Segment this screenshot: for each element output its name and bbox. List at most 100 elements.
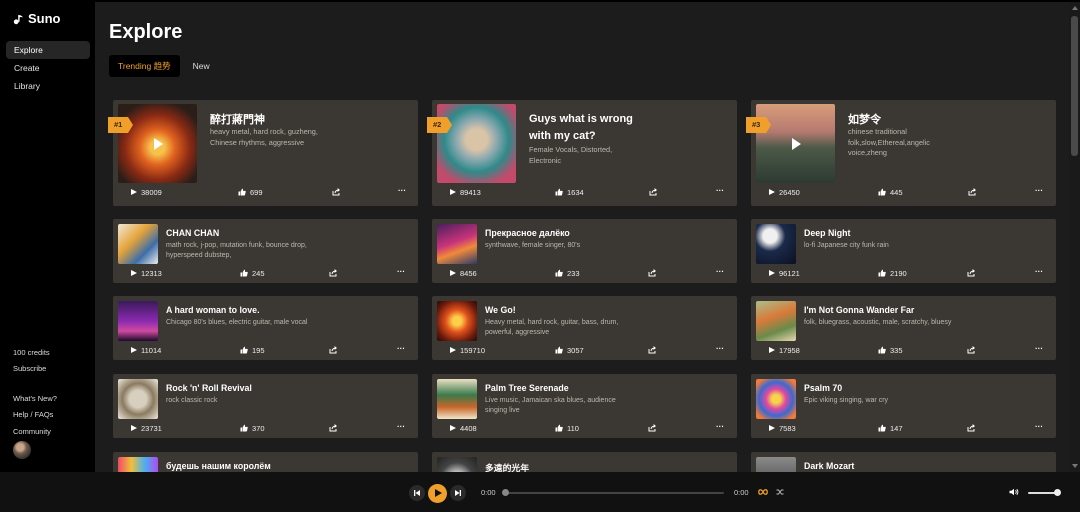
song-title[interactable]: Dark Mozart	[804, 461, 854, 471]
song-title[interactable]: A hard woman to love.	[166, 305, 260, 315]
song-title[interactable]: We Go!	[485, 305, 516, 315]
song-title[interactable]: Deep Night	[804, 228, 850, 238]
nav-create[interactable]: Create	[6, 59, 90, 77]
cover-art[interactable]	[756, 457, 796, 472]
more-icon[interactable]: ···	[716, 422, 724, 431]
cover-art[interactable]	[437, 379, 477, 419]
cover-art[interactable]	[437, 301, 477, 341]
scrollbar-thumb[interactable]	[1071, 16, 1078, 156]
cover-art[interactable]	[118, 104, 197, 183]
suno-logo[interactable]: Suno	[13, 11, 61, 26]
whats-new-link[interactable]: What's New?	[13, 394, 57, 403]
share-icon[interactable]	[649, 188, 657, 196]
scroll-down-icon[interactable]	[1072, 464, 1078, 468]
like-button[interactable]: 147	[878, 424, 903, 433]
avatar[interactable]	[13, 441, 31, 459]
play-count[interactable]: 26450	[769, 188, 800, 197]
song-title[interactable]: Прекрасное далёко	[485, 228, 570, 238]
cover-art[interactable]	[118, 457, 158, 472]
more-icon[interactable]: ···	[1035, 344, 1043, 353]
song-card[interactable]: I'm Not Gonna Wander Far folk, bluegrass,…	[751, 296, 1056, 360]
tab-trending[interactable]: Trending 趋势	[109, 55, 180, 77]
like-button[interactable]: 2190	[878, 269, 907, 278]
like-button[interactable]: 245	[240, 269, 265, 278]
shuffle-icon[interactable]	[776, 488, 784, 496]
song-card[interactable]: Palm Tree Serenade Live music, Jamaican s…	[432, 374, 737, 438]
nav-explore[interactable]: Explore	[6, 41, 90, 59]
like-button[interactable]: 110	[555, 424, 579, 433]
play-count[interactable]: 8456	[450, 269, 477, 278]
song-title[interactable]: 多遠的光年	[485, 461, 529, 472]
play-count[interactable]: 159710	[450, 346, 485, 355]
share-icon[interactable]	[967, 424, 975, 432]
share-icon[interactable]	[648, 424, 656, 432]
scroll-up-icon[interactable]	[1072, 6, 1078, 10]
more-icon[interactable]: ···	[716, 186, 724, 195]
play-count[interactable]: 23731	[131, 424, 162, 433]
play-count[interactable]: 38009	[131, 188, 162, 197]
song-title[interactable]: 醉打蔣門神	[210, 111, 265, 127]
song-title[interactable]: Guys what is wrong with my cat?	[529, 111, 633, 145]
progress-track[interactable]	[505, 492, 724, 494]
more-icon[interactable]: ···	[397, 422, 405, 431]
featured-song-card[interactable]: #3 如梦令 chinese traditional folk,slow,Eth…	[746, 100, 1056, 206]
share-icon[interactable]	[329, 424, 337, 432]
cover-art[interactable]	[437, 104, 516, 183]
song-card[interactable]: CHAN CHAN math rock, j-pop, mutation funk…	[113, 219, 418, 283]
like-button[interactable]: 195	[240, 346, 265, 355]
play-overlay-icon[interactable]	[153, 137, 163, 150]
song-title[interactable]: Palm Tree Serenade	[485, 383, 569, 393]
nav-library[interactable]: Library	[6, 77, 90, 95]
main-scrollbar[interactable]	[1069, 2, 1080, 472]
song-card[interactable]: Dark Mozart	[751, 452, 1056, 472]
skip-forward-button[interactable]	[450, 485, 466, 501]
subscribe-link[interactable]: Subscribe	[13, 364, 46, 373]
play-count[interactable]: 7583	[769, 424, 796, 433]
share-icon[interactable]	[329, 269, 337, 277]
song-title[interactable]: будешь нашим королём	[166, 461, 271, 471]
song-card[interactable]: Psalm 70 Epic viking singing, war cry 7583…	[751, 374, 1056, 438]
share-icon[interactable]	[967, 269, 975, 277]
share-icon[interactable]	[968, 188, 976, 196]
cover-art[interactable]	[756, 379, 796, 419]
song-card[interactable]: A hard woman to love. Chicago 80's blues,…	[113, 296, 418, 360]
cover-art[interactable]	[437, 457, 477, 472]
share-icon[interactable]	[329, 346, 337, 354]
song-card[interactable]: Deep Night lo-fi Japanese city funk rain 9…	[751, 219, 1056, 283]
featured-song-card[interactable]: #2 Guys what is wrong with my cat? Femal…	[427, 100, 737, 206]
song-card[interactable]: 多遠的光年	[432, 452, 737, 472]
loop-icon[interactable]	[758, 488, 768, 496]
volume-icon[interactable]	[1009, 488, 1019, 496]
play-count[interactable]: 96121	[769, 269, 800, 278]
help-faqs-link[interactable]: Help / FAQs	[13, 410, 53, 419]
play-overlay-icon[interactable]	[791, 137, 801, 150]
song-title[interactable]: CHAN CHAN	[166, 228, 219, 238]
more-icon[interactable]: ···	[398, 186, 406, 195]
like-button[interactable]: 233	[555, 269, 580, 278]
play-button[interactable]	[428, 484, 447, 503]
skip-back-button[interactable]	[409, 485, 425, 501]
volume-handle[interactable]	[1053, 489, 1061, 496]
play-count[interactable]: 17958	[769, 346, 800, 355]
cover-art[interactable]	[756, 301, 796, 341]
share-icon[interactable]	[967, 346, 975, 354]
more-icon[interactable]: ···	[397, 344, 405, 353]
song-title[interactable]: Rock 'n' Roll Revival	[166, 383, 252, 393]
play-count[interactable]: 4408	[450, 424, 477, 433]
community-link[interactable]: Community	[13, 427, 51, 436]
more-icon[interactable]: ···	[397, 267, 405, 276]
song-card[interactable]: We Go! Heavy metal, hard rock, guitar, ba…	[432, 296, 737, 360]
like-button[interactable]: 370	[240, 424, 265, 433]
cover-art[interactable]	[118, 301, 158, 341]
like-button[interactable]: 1634	[555, 188, 584, 197]
share-icon[interactable]	[332, 188, 340, 196]
like-button[interactable]: 335	[878, 346, 903, 355]
cover-art[interactable]	[756, 104, 835, 183]
play-count[interactable]: 12313	[131, 269, 162, 278]
song-title[interactable]: I'm Not Gonna Wander Far	[804, 305, 914, 315]
song-title[interactable]: 如梦令	[848, 111, 881, 127]
more-icon[interactable]: ···	[1035, 267, 1043, 276]
cover-art[interactable]	[756, 224, 796, 264]
cover-art[interactable]	[118, 379, 158, 419]
featured-song-card[interactable]: #1 醉打蔣門神 heavy metal, hard rock, guzheng…	[108, 100, 418, 206]
